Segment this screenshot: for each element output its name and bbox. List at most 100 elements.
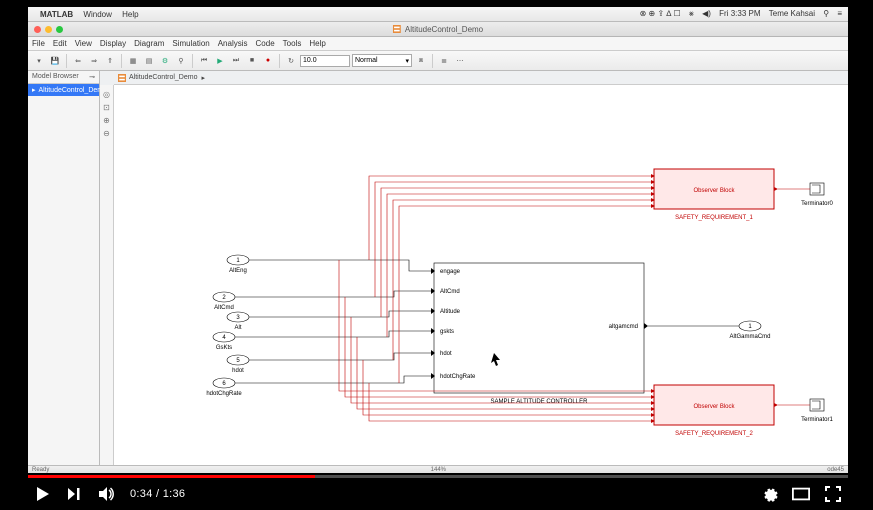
mac-menu-help[interactable]: Help xyxy=(122,10,138,19)
svg-text:altgamcmd: altgamcmd xyxy=(609,324,638,330)
window-minimize-button[interactable] xyxy=(45,26,52,33)
model-browser-item[interactable]: ▸ AltitudeControl_Demo xyxy=(28,84,99,96)
tb-up-button[interactable]: ⇑ xyxy=(103,54,117,68)
inport-alteng[interactable]: 1 AltEng xyxy=(227,255,249,274)
ct-fit-button[interactable]: ⊡ xyxy=(102,102,112,112)
video-controls: 0:34 / 1:36 xyxy=(28,478,848,510)
status-mode: ode45 xyxy=(827,467,844,473)
theater-mode-button[interactable] xyxy=(792,485,810,503)
mac-app-name[interactable]: MATLAB xyxy=(40,10,73,19)
menu-simulation[interactable]: Simulation xyxy=(172,39,209,48)
inport-alt[interactable]: 3 Alt xyxy=(227,312,249,331)
ct-hide-button[interactable]: ◎ xyxy=(102,89,112,99)
play-button[interactable] xyxy=(34,485,52,503)
stop-time-input[interactable] xyxy=(300,55,350,67)
tb-fastrestart-button[interactable]: ↻ xyxy=(284,54,298,68)
spotlight-icon[interactable]: ⚲ xyxy=(823,9,829,18)
video-content-frame: MATLAB Window Help ⊗ ⊕ ⇪ ∆ ☐ ⨳ ◀︎) Fri 3… xyxy=(28,7,848,473)
next-button[interactable] xyxy=(66,485,84,503)
mac-menubar: MATLAB Window Help ⊗ ⊕ ⇪ ∆ ☐ ⨳ ◀︎) Fri 3… xyxy=(28,7,848,22)
menu-analysis[interactable]: Analysis xyxy=(218,39,248,48)
breadcrumb-root[interactable]: AltitudeControl_Demo xyxy=(118,74,197,82)
tb-library-button[interactable]: ▦ xyxy=(126,54,140,68)
canvas-tool-strip: ◎ ⊡ ⊕ ⊖ xyxy=(100,85,114,465)
inport-hdot[interactable]: 5 hdot xyxy=(227,355,249,374)
svg-text:AltCmd: AltCmd xyxy=(440,289,460,295)
breadcrumb-arrow-icon: ▸ xyxy=(201,74,205,82)
tb-explorer-button[interactable]: ▤ xyxy=(142,54,156,68)
svg-text:AltEng: AltEng xyxy=(229,268,247,274)
svg-text:Observer Block: Observer Block xyxy=(693,404,735,410)
svg-text:SAFETY_REQUIREMENT_2: SAFETY_REQUIREMENT_2 xyxy=(675,431,753,437)
svg-text:hdot: hdot xyxy=(440,351,452,357)
simulink-diagram: 1 AltEng 2 AltCmd 3 Alt 4 GsKts 5 hdot 6… xyxy=(114,85,848,465)
menu-diagram[interactable]: Diagram xyxy=(134,39,164,48)
window-close-button[interactable] xyxy=(34,26,41,33)
inport-hdotchgrate[interactable]: 6 hdotChgRate xyxy=(206,378,242,397)
observer-block-2[interactable]: Observer Block SAFETY_REQUIREMENT_2 xyxy=(651,385,778,437)
menu-code[interactable]: Code xyxy=(256,39,275,48)
terminator-1[interactable]: Terminator1 xyxy=(801,399,833,423)
tb-back-button[interactable]: ⇐ xyxy=(71,54,85,68)
tb-scope-button[interactable]: ≣ xyxy=(437,54,451,68)
mac-menu-window[interactable]: Window xyxy=(83,10,111,19)
svg-text:Observer Block: Observer Block xyxy=(693,188,735,194)
status-bar: Ready 144% ode45 xyxy=(28,465,848,473)
tb-debug-button[interactable]: ⋯ xyxy=(453,54,467,68)
tree-collapse-icon: ▸ xyxy=(32,86,36,94)
tb-search-button[interactable]: ⚲ xyxy=(174,54,188,68)
breadcrumb: AltitudeControl_Demo ▸ xyxy=(114,71,848,85)
status-zoom: 144% xyxy=(431,467,446,473)
ct-zoom-out-button[interactable]: ⊖ xyxy=(102,128,112,138)
menu-display[interactable]: Display xyxy=(100,39,126,48)
menu-file[interactable]: File xyxy=(32,39,45,48)
tb-forward-button[interactable]: ⇒ xyxy=(87,54,101,68)
window-title: AltitudeControl_Demo xyxy=(405,25,483,34)
svg-text:Alt: Alt xyxy=(234,325,241,331)
simulink-doc-icon xyxy=(393,25,401,33)
notifications-icon[interactable]: ≡ xyxy=(837,9,842,18)
tb-new-model-button[interactable]: ▾ xyxy=(32,54,46,68)
tb-record-button[interactable]: ● xyxy=(261,54,275,68)
controller-block[interactable]: SAMPLE ALTITUDE CONTROLLER engage AltCmd… xyxy=(431,263,648,405)
menu-help[interactable]: Help xyxy=(309,39,325,48)
tb-save-button[interactable]: 💾 xyxy=(48,54,62,68)
svg-text:hdotChgRate: hdotChgRate xyxy=(440,374,476,380)
ct-zoom-in-button[interactable]: ⊕ xyxy=(102,115,112,125)
canvas[interactable]: 1 AltEng 2 AltCmd 3 Alt 4 GsKts 5 hdot 6… xyxy=(114,85,848,465)
outport-altgammacmd[interactable]: 1 AltGammaCmd xyxy=(729,321,770,340)
tb-run-button[interactable]: ▶ xyxy=(213,54,227,68)
mute-button[interactable] xyxy=(98,485,116,503)
tb-step-forward-button[interactable]: ⏭ xyxy=(229,54,243,68)
tb-config-button[interactable]: ⚙ xyxy=(158,54,172,68)
svg-text:engage: engage xyxy=(440,269,461,275)
terminator-0[interactable]: Terminator0 xyxy=(801,183,833,207)
volume-icon[interactable]: ◀︎) xyxy=(702,9,711,18)
model-browser-panel: Model Browser⊸ ▸ AltitudeControl_Demo xyxy=(28,71,100,465)
window-zoom-button[interactable] xyxy=(56,26,63,33)
tb-step-back-button[interactable]: ⏮ xyxy=(197,54,211,68)
mac-user[interactable]: Teme Kahsai xyxy=(769,9,815,18)
menu-edit[interactable]: Edit xyxy=(53,39,67,48)
tb-build-button[interactable]: ⧈ xyxy=(414,54,428,68)
app-menubar: File Edit View Display Diagram Simulatio… xyxy=(28,37,848,51)
svg-text:SAMPLE ALTITUDE CONTROLLER: SAMPLE ALTITUDE CONTROLLER xyxy=(491,399,589,405)
svg-text:hdotChgRate: hdotChgRate xyxy=(206,391,242,397)
wifi-icon[interactable]: ⨳ xyxy=(689,9,694,18)
inport-gskts[interactable]: 4 GsKts xyxy=(213,332,235,351)
menubar-status-icons[interactable]: ⊗ ⊕ ⇪ ∆ ☐ xyxy=(640,9,681,18)
model-browser-header: Model Browser⊸ xyxy=(28,71,99,84)
menu-tools[interactable]: Tools xyxy=(283,39,302,48)
settings-icon[interactable] xyxy=(760,485,778,503)
clock[interactable]: Fri 3:33 PM xyxy=(719,9,760,18)
inport-altcmd[interactable]: 2 AltCmd xyxy=(213,292,235,311)
observer-block-1[interactable]: Observer Block SAFETY_REQUIREMENT_1 xyxy=(651,169,778,221)
menu-view[interactable]: View xyxy=(75,39,92,48)
svg-text:SAFETY_REQUIREMENT_1: SAFETY_REQUIREMENT_1 xyxy=(675,215,753,221)
toolbar: ▾ 💾 ⇐ ⇒ ⇑ ▦ ▤ ⚙ ⚲ ⏮ ▶ ⏭ ■ ● ↻ Normal▾ ⧈ … xyxy=(28,51,848,71)
fullscreen-button[interactable] xyxy=(824,485,842,503)
svg-text:Altitude: Altitude xyxy=(440,309,461,315)
simulation-mode-select[interactable]: Normal▾ xyxy=(352,54,412,67)
tb-stop-button[interactable]: ■ xyxy=(245,54,259,68)
simulink-doc-icon xyxy=(118,74,126,82)
